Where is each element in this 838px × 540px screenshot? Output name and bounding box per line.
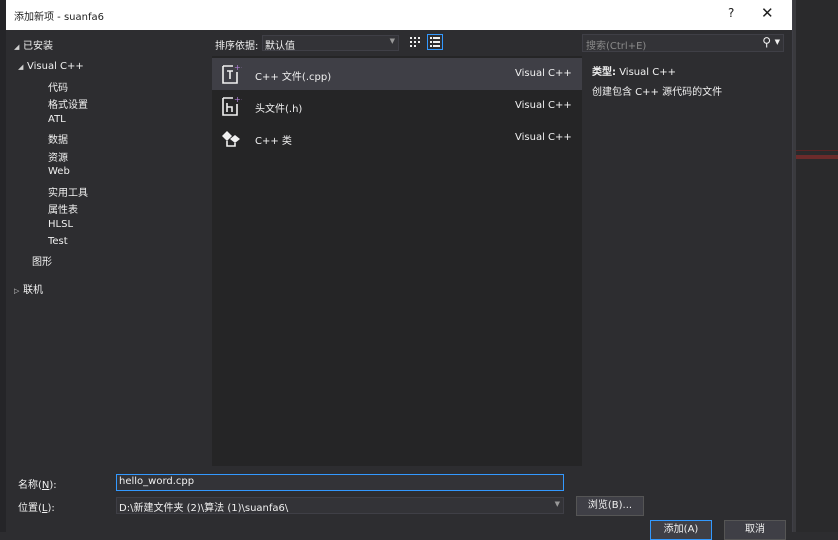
description-text: 创建包含 C++ 源代码的文件 bbox=[592, 87, 723, 98]
title-bar: 添加新项 - suanfa6 ? ✕ bbox=[6, 0, 792, 30]
background-editor-right bbox=[792, 0, 838, 532]
tree-item-formatting[interactable]: 格式设置 bbox=[48, 96, 88, 111]
item-name: C++ 文件(.cpp) bbox=[255, 72, 332, 83]
type-label: 类型: bbox=[592, 67, 616, 78]
sort-value: 默认值 bbox=[265, 41, 295, 52]
svg-text:++: ++ bbox=[234, 63, 242, 72]
name-field[interactable]: hello_word.cpp bbox=[116, 474, 564, 491]
add-new-item-dialog: 添加新项 - suanfa6 ? ✕ ◢ 已安装 ◢ Visual C++ 代码 格… bbox=[6, 0, 793, 540]
chevron-down-icon: ▼ bbox=[389, 37, 395, 45]
list-item[interactable]: ++ 头文件(.h) Visual C++ bbox=[212, 90, 582, 122]
list-item[interactable]: C++ 类 Visual C++ bbox=[212, 122, 582, 154]
help-button[interactable]: ? bbox=[728, 6, 734, 20]
chevron-down-icon[interactable]: ▼ bbox=[555, 500, 560, 508]
browse-button[interactable]: 浏览(B)... bbox=[576, 496, 644, 516]
search-placeholder: 搜索(Ctrl+E) bbox=[586, 41, 647, 52]
tree-item-graphics[interactable]: 图形 bbox=[32, 253, 52, 268]
tree-item-hlsl[interactable]: HLSL bbox=[48, 219, 73, 230]
tree-online-node[interactable]: ▷ 联机 bbox=[14, 281, 43, 296]
tree-item-utilities[interactable]: 实用工具 bbox=[48, 184, 88, 199]
grid-view-button[interactable] bbox=[407, 34, 423, 50]
list-view-icon bbox=[430, 37, 440, 47]
sort-dropdown[interactable]: 默认值 ▼ bbox=[262, 35, 399, 52]
tree-item-atl[interactable]: ATL bbox=[48, 114, 66, 125]
cpp-class-icon bbox=[222, 131, 240, 147]
template-list: ++ C++ 文件(.cpp) Visual C++ ++ 头文件(.h) Vi… bbox=[212, 56, 582, 466]
tree-item-data[interactable]: 数据 bbox=[48, 131, 68, 146]
cancel-button[interactable]: 取消 bbox=[724, 520, 786, 540]
tree-item-code[interactable]: 代码 bbox=[48, 79, 68, 94]
cpp-file-icon: ++ bbox=[222, 63, 242, 84]
type-row: 类型: Visual C++ bbox=[592, 63, 676, 78]
list-item[interactable]: ++ C++ 文件(.cpp) Visual C++ bbox=[212, 58, 582, 90]
item-language: Visual C++ bbox=[515, 68, 572, 79]
location-field[interactable]: D:\新建文件夹 (2)\算法 (1)\suanfa6\ ▼ bbox=[116, 497, 564, 514]
sort-toolbar: 排序依据: 默认值 ▼ bbox=[212, 30, 582, 54]
collapsed-triangle-icon: ▷ bbox=[14, 287, 20, 295]
item-language: Visual C++ bbox=[515, 100, 572, 111]
expanded-triangle-icon: ◢ bbox=[18, 63, 24, 71]
tree-item-test[interactable]: Test bbox=[48, 236, 68, 247]
item-language: Visual C++ bbox=[515, 132, 572, 143]
location-value: D:\新建文件夹 (2)\算法 (1)\suanfa6\ bbox=[119, 503, 289, 514]
location-label: 位置(L): bbox=[18, 503, 55, 514]
category-tree: ◢ 已安装 ◢ Visual C++ 代码 格式设置 ATL 数据 资源 Web 实… bbox=[6, 30, 212, 466]
sort-label: 排序依据: bbox=[215, 41, 259, 52]
expanded-triangle-icon: ◢ bbox=[14, 43, 20, 51]
svg-text:++: ++ bbox=[234, 95, 242, 104]
search-input[interactable]: 搜索(Ctrl+E) ⚲ ▼ bbox=[582, 34, 784, 52]
header-file-icon: ++ bbox=[222, 95, 242, 116]
item-name: 头文件(.h) bbox=[255, 104, 303, 115]
type-value: Visual C++ bbox=[619, 67, 676, 78]
tree-item-web[interactable]: Web bbox=[48, 166, 70, 177]
dialog-title: 添加新项 - suanfa6 bbox=[14, 12, 104, 23]
chevron-down-icon[interactable]: ▼ bbox=[775, 38, 780, 46]
tree-visual-cpp-node[interactable]: ◢ Visual C++ bbox=[18, 61, 84, 72]
search-icon[interactable]: ⚲ bbox=[762, 35, 771, 49]
add-button[interactable]: 添加(A) bbox=[650, 520, 712, 540]
list-view-button[interactable] bbox=[427, 34, 443, 50]
tree-item-property-sheets[interactable]: 属性表 bbox=[48, 201, 78, 216]
item-name: C++ 类 bbox=[255, 136, 292, 147]
tree-item-resources[interactable]: 资源 bbox=[48, 149, 68, 164]
name-label: 名称(N): bbox=[18, 480, 57, 491]
grid-view-icon bbox=[410, 37, 420, 47]
close-button[interactable]: ✕ bbox=[761, 4, 774, 22]
tree-installed-node[interactable]: ◢ 已安装 bbox=[14, 37, 53, 52]
name-value: hello_word.cpp bbox=[119, 476, 195, 487]
